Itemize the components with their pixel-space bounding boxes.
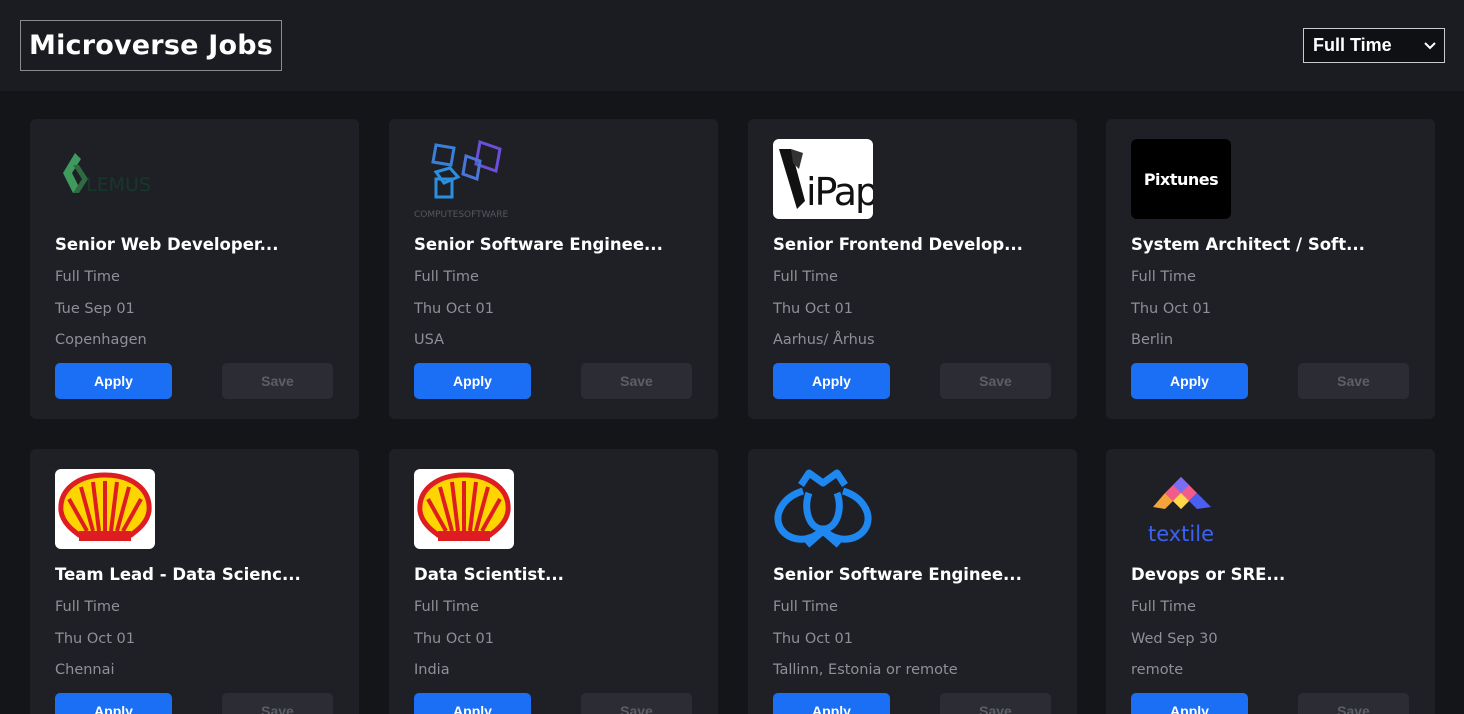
job-date: Thu Oct 01 [1131, 301, 1211, 317]
job-location: USA [414, 332, 445, 348]
save-button[interactable]: Save [581, 693, 692, 714]
job-location: Copenhagen [55, 332, 147, 348]
job-type: Full Time [414, 599, 479, 615]
job-date: Wed Sep 30 [1131, 631, 1218, 647]
crown-shield-logo-icon [773, 469, 873, 549]
ipaper-logo-icon: iPaper [773, 139, 873, 219]
job-type: Full Time [55, 599, 120, 615]
job-date: Thu Oct 01 [773, 301, 853, 317]
apply-button[interactable]: Apply [1131, 363, 1248, 399]
job-location: Tallinn, Estonia or remote [773, 662, 958, 678]
job-title: Data Scientist... [414, 565, 564, 584]
job-date: Tue Sep 01 [55, 301, 135, 317]
job-card: textile Devops or SRE... Full Time Wed S… [1106, 449, 1435, 714]
job-location: Aarhus/ Århus [773, 332, 875, 348]
job-card: Team Lead - Data Scienc... Full Time Thu… [30, 449, 359, 714]
save-button[interactable]: Save [222, 693, 333, 714]
save-button[interactable]: Save [581, 363, 692, 399]
job-type: Full Time [773, 599, 838, 615]
lemus-logo-icon: LEMUS [55, 139, 155, 219]
job-date: Thu Oct 01 [55, 631, 135, 647]
job-card: LEMUS Senior Web Developer... Full Time … [30, 119, 359, 419]
job-type-filter-select[interactable]: Full Time [1303, 28, 1445, 63]
ipaper-logo-text: iPaper [806, 170, 873, 214]
job-type: Full Time [55, 269, 120, 285]
computesoftware-logo-text: COMPUTESOFTWARE [414, 210, 508, 219]
job-type: Full Time [414, 269, 479, 285]
job-title: Senior Frontend Develop... [773, 235, 1023, 254]
save-button[interactable]: Save [940, 693, 1051, 714]
shell-logo-icon [414, 469, 514, 549]
job-title: Senior Web Developer... [55, 235, 279, 254]
apply-button[interactable]: Apply [773, 363, 890, 399]
job-title: Team Lead - Data Scienc... [55, 565, 301, 584]
job-location: Chennai [55, 662, 115, 678]
job-location: India [414, 662, 450, 678]
save-button[interactable]: Save [1298, 363, 1409, 399]
job-type: Full Time [1131, 599, 1196, 615]
job-title: System Architect / Soft... [1131, 235, 1365, 254]
job-title: Senior Software Enginee... [773, 565, 1022, 584]
job-location: Berlin [1131, 332, 1174, 348]
apply-button[interactable]: Apply [55, 363, 172, 399]
save-button[interactable]: Save [940, 363, 1051, 399]
textile-logo-icon: textile [1131, 469, 1231, 549]
save-button[interactable]: Save [1298, 693, 1409, 714]
apply-button[interactable]: Apply [414, 363, 531, 399]
computesoftware-logo-icon: COMPUTESOFTWARE [414, 139, 514, 219]
job-location: remote [1131, 662, 1184, 678]
job-card: Senior Software Enginee... Full Time Thu… [748, 449, 1077, 714]
job-title: Senior Software Enginee... [414, 235, 663, 254]
save-button[interactable]: Save [222, 363, 333, 399]
pixtunes-logo-icon: Pixtunes [1131, 139, 1231, 219]
brand-title[interactable]: Microverse Jobs [20, 20, 282, 71]
apply-button[interactable]: Apply [55, 693, 172, 714]
job-date: Thu Oct 01 [773, 631, 853, 647]
apply-button[interactable]: Apply [414, 693, 531, 714]
job-card: COMPUTESOFTWARE Senior Software Enginee.… [389, 119, 718, 419]
top-header: Microverse Jobs Full Time [0, 0, 1464, 91]
textile-logo-text: textile [1148, 522, 1214, 546]
apply-button[interactable]: Apply [773, 693, 890, 714]
job-card: Pixtunes System Architect / Soft... Full… [1106, 119, 1435, 419]
pixtunes-logo-text: Pixtunes [1144, 170, 1218, 189]
lemus-logo-text: LEMUS [86, 174, 151, 196]
chevron-down-icon [1424, 41, 1436, 49]
job-type: Full Time [773, 269, 838, 285]
apply-button[interactable]: Apply [1131, 693, 1248, 714]
filter-selected-value: Full Time [1313, 35, 1392, 55]
job-card: Data Scientist... Full Time Thu Oct 01 I… [389, 449, 718, 714]
job-type: Full Time [1131, 269, 1196, 285]
job-card: iPaper Senior Frontend Develop... Full T… [748, 119, 1077, 419]
job-title: Devops or SRE... [1131, 565, 1286, 584]
job-date: Thu Oct 01 [414, 631, 494, 647]
job-date: Thu Oct 01 [414, 301, 494, 317]
shell-logo-icon [55, 469, 155, 549]
